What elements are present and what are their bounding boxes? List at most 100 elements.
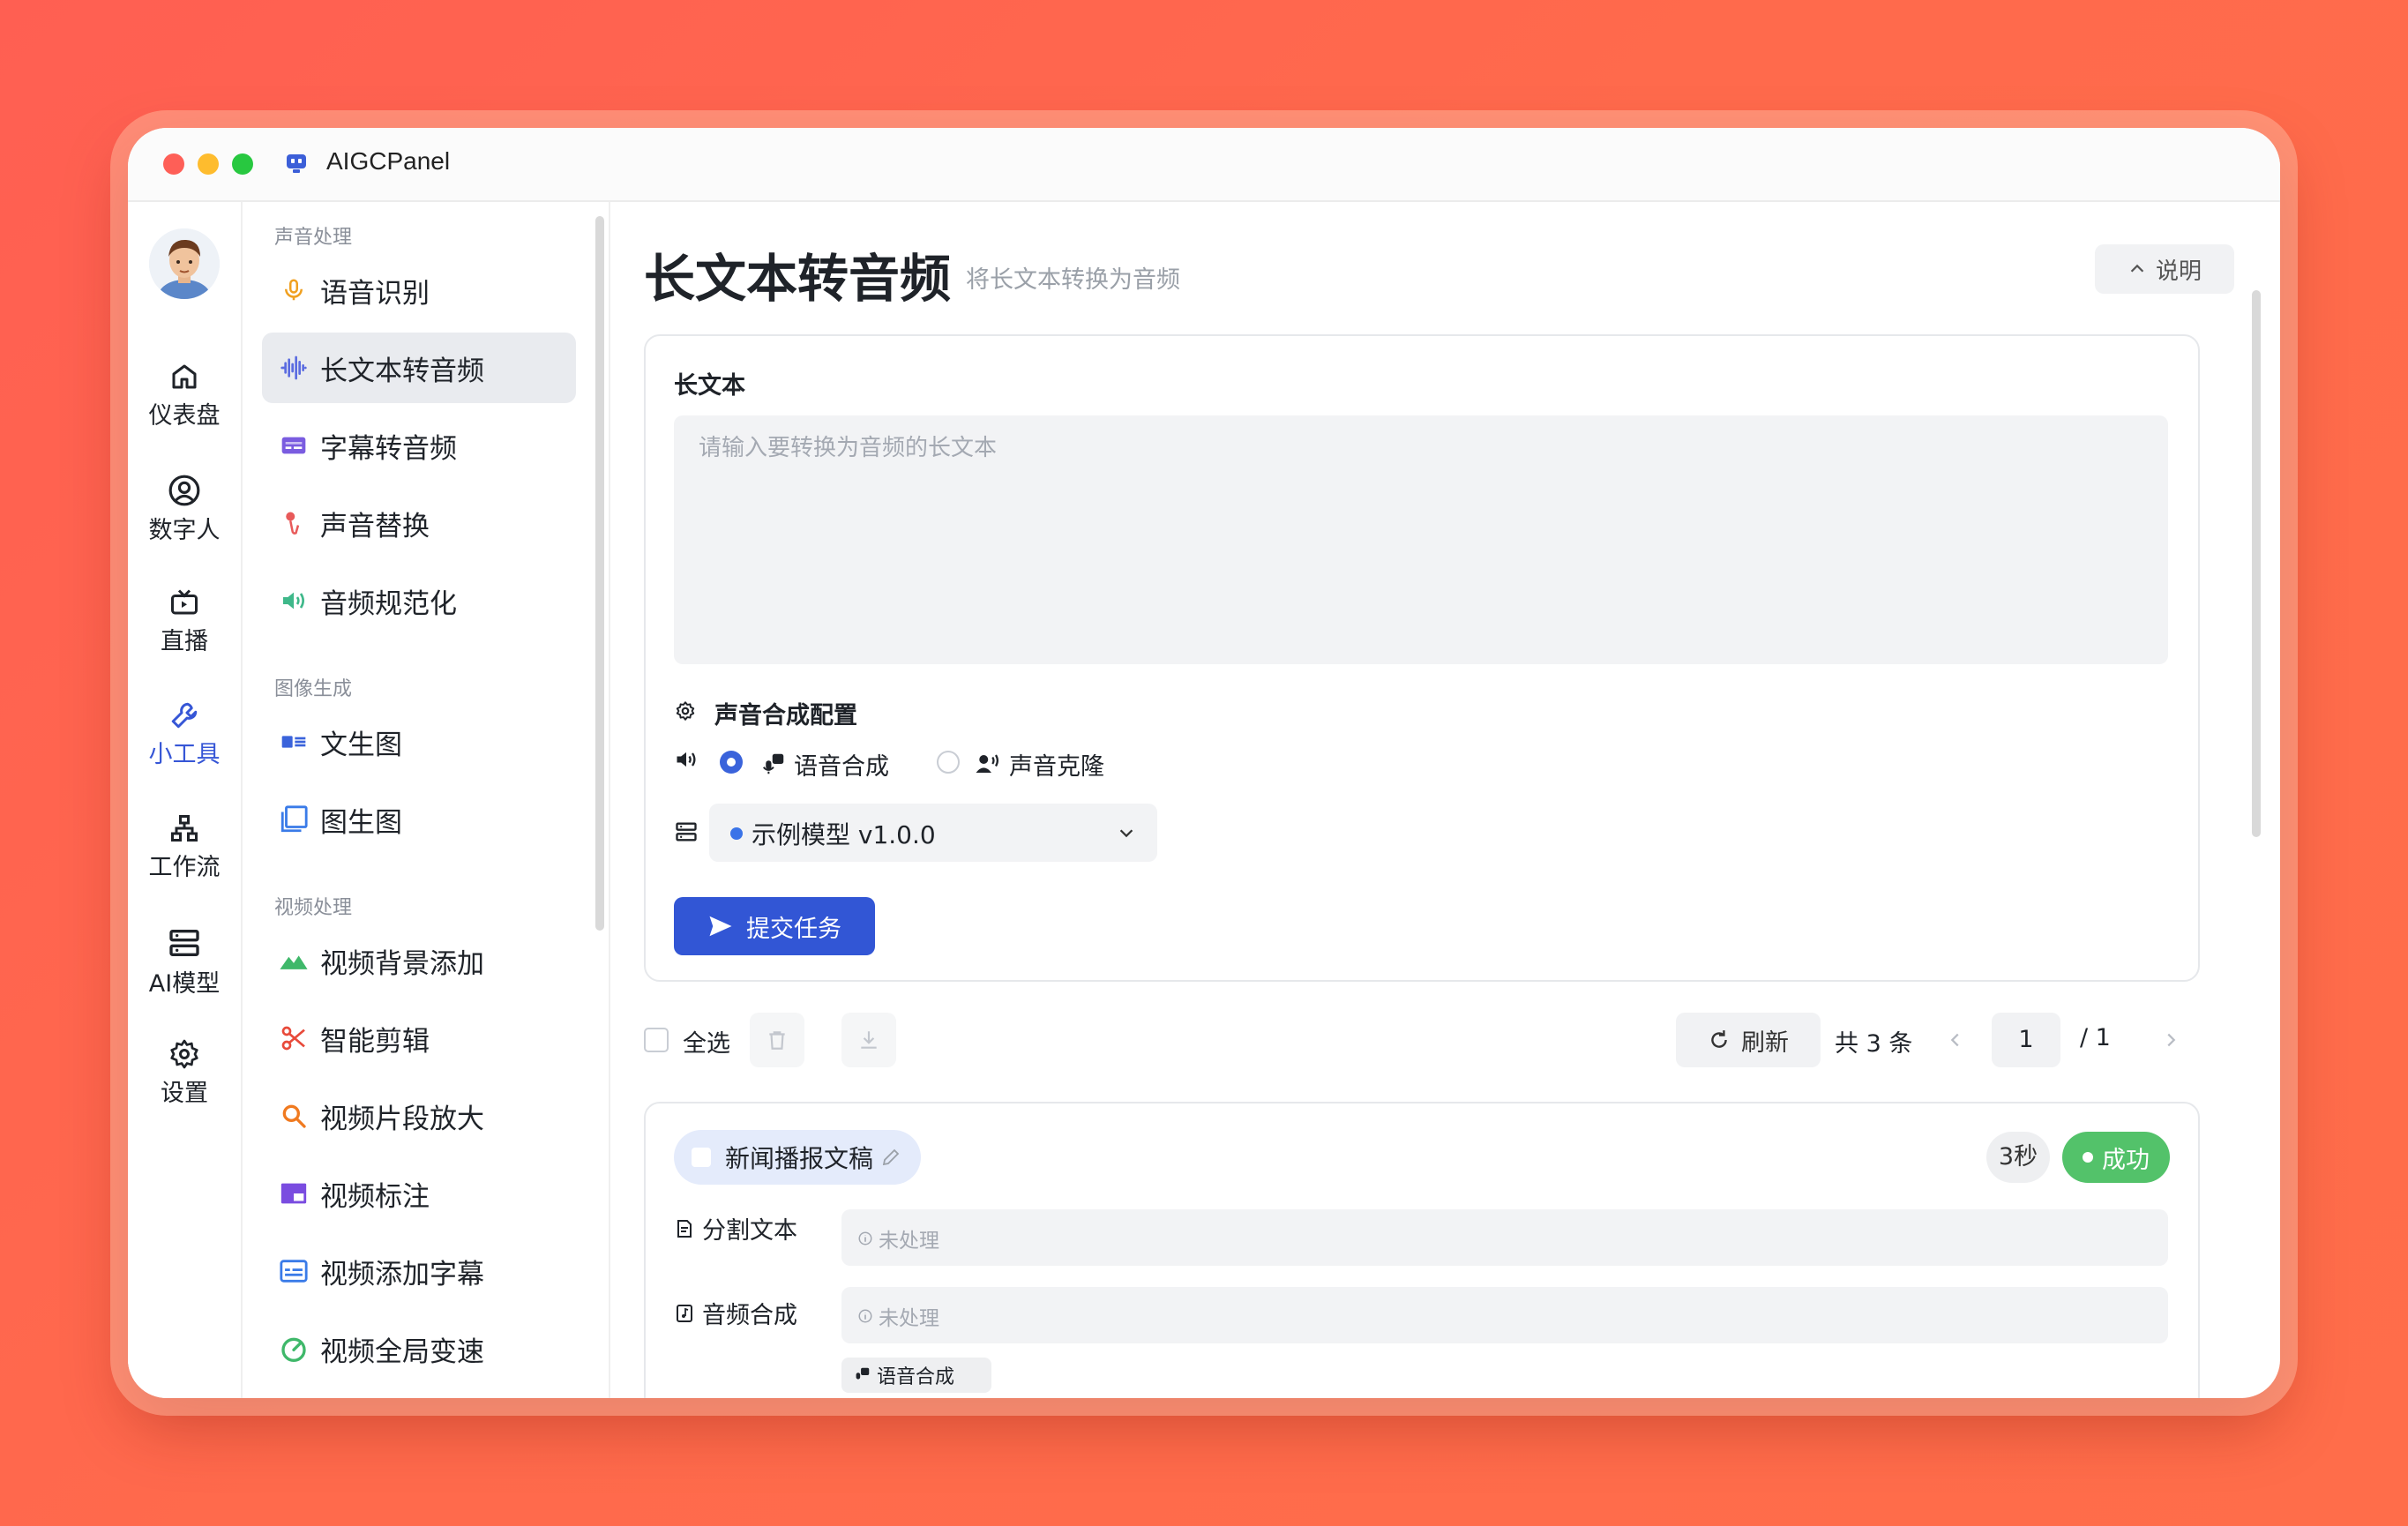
synthesis-type-label: 语音合成 bbox=[877, 1366, 955, 1388]
download-icon bbox=[861, 1031, 877, 1049]
volume-icon bbox=[677, 752, 696, 767]
split-text-label: 分割文本 bbox=[702, 1217, 797, 1245]
synthesis-type-tag: 语音合成 bbox=[841, 1358, 991, 1393]
chevron-down-icon bbox=[1119, 829, 1133, 838]
rail-item-digital-human[interactable]: 数字人 bbox=[128, 474, 241, 545]
menu-item-label: 智能剪辑 bbox=[320, 1025, 430, 1058]
rail-item-label: 直播 bbox=[161, 628, 208, 655]
gear-icon bbox=[170, 1039, 198, 1069]
chevron-up-icon bbox=[2130, 264, 2144, 273]
menu-item-smart-cut[interactable]: 智能剪辑 bbox=[262, 1003, 576, 1073]
minimize-window-button[interactable] bbox=[198, 153, 219, 175]
section-label-audio: 声音处理 bbox=[274, 227, 353, 249]
task-checkbox[interactable] bbox=[692, 1148, 711, 1167]
page-number-input[interactable]: 1 bbox=[1992, 1013, 2060, 1067]
long-text-placeholder: 请输入要转换为音频的长文本 bbox=[699, 435, 998, 461]
menu-item-audio-normalize[interactable]: 音频规范化 bbox=[262, 565, 576, 636]
status-dot bbox=[2083, 1152, 2093, 1163]
section-label-image: 图像生成 bbox=[274, 678, 353, 700]
menu-item-video-speed[interactable]: 视频全局变速 bbox=[262, 1313, 576, 1384]
menu-item-label: 音频规范化 bbox=[320, 587, 457, 620]
avatar-image bbox=[149, 228, 220, 299]
long-text-input[interactable]: 请输入要转换为音频的长文本 bbox=[674, 415, 2168, 664]
help-button-label: 说明 bbox=[2155, 258, 2202, 285]
close-window-button[interactable] bbox=[163, 153, 184, 175]
task-duration: 3秒 bbox=[1986, 1132, 2050, 1183]
user-circle-icon bbox=[168, 475, 200, 506]
menu-item-video-annotate[interactable]: 视频标注 bbox=[262, 1158, 576, 1229]
menu-item-label: 语音识别 bbox=[320, 277, 430, 310]
microphone-icon bbox=[285, 279, 303, 301]
form-card: 长文本 请输入要转换为音频的长文本 声音合成配置 语音合成 声音克隆 示例模型 … bbox=[644, 334, 2200, 982]
select-all-checkbox[interactable] bbox=[644, 1028, 669, 1052]
menu-item-label: 视频背景添加 bbox=[320, 947, 484, 980]
section-label-video: 视频处理 bbox=[274, 897, 353, 919]
menu-item-label: 视频标注 bbox=[320, 1180, 430, 1213]
submit-task-button[interactable]: 提交任务 bbox=[674, 897, 875, 955]
rail-item-label: 小工具 bbox=[148, 741, 221, 768]
audio-synthesis-field: 未处理 bbox=[841, 1287, 2168, 1343]
page-subtitle: 将长文本转换为音频 bbox=[966, 266, 1180, 294]
menu-item-text-to-image[interactable]: 文生图 bbox=[262, 707, 576, 777]
task-title-tag[interactable]: 新闻播报文稿 bbox=[674, 1130, 921, 1185]
menu-item-label: 视频全局变速 bbox=[320, 1335, 484, 1368]
voice-synthesis-icon bbox=[762, 753, 784, 774]
trash-icon bbox=[769, 1031, 785, 1050]
mountain-icon bbox=[280, 955, 308, 969]
menu-item-subtitle-to-audio[interactable]: 字幕转音频 bbox=[262, 410, 576, 481]
model-status-dot bbox=[730, 827, 743, 840]
model-select-value: 示例模型 v1.0.0 bbox=[752, 820, 936, 849]
menu-item-video-background[interactable]: 视频背景添加 bbox=[262, 925, 576, 996]
refresh-button[interactable]: 刷新 bbox=[1676, 1013, 1821, 1067]
help-button[interactable]: 说明 bbox=[2095, 244, 2234, 294]
chevron-left-icon[interactable] bbox=[1946, 1030, 1965, 1050]
rail-item-settings[interactable]: 设置 bbox=[128, 1038, 241, 1108]
waveform-icon bbox=[280, 355, 307, 380]
voice-synthesis-icon bbox=[856, 1367, 870, 1380]
menu-item-label: 视频添加字幕 bbox=[320, 1258, 484, 1290]
maximize-window-button[interactable] bbox=[232, 153, 253, 175]
send-icon bbox=[709, 916, 732, 937]
delete-button[interactable] bbox=[750, 1013, 804, 1067]
menu-item-long-text-to-audio[interactable]: 长文本转音频 bbox=[262, 333, 576, 403]
rail-item-workflow[interactable]: 工作流 bbox=[128, 812, 241, 882]
chevron-right-icon[interactable] bbox=[2161, 1030, 2180, 1050]
edit-icon[interactable] bbox=[880, 1147, 901, 1168]
radio-speech-synthesis[interactable] bbox=[720, 751, 743, 774]
avatar[interactable] bbox=[149, 228, 220, 299]
radio-voice-clone[interactable] bbox=[937, 751, 960, 774]
vocal-mic-icon bbox=[286, 512, 300, 535]
audio-synthesis-label: 音频合成 bbox=[702, 1302, 797, 1329]
rail-item-live[interactable]: 直播 bbox=[128, 587, 241, 656]
download-button[interactable] bbox=[841, 1013, 896, 1067]
audio-synthesis-value: 未处理 bbox=[879, 1307, 939, 1330]
video-frame-icon bbox=[280, 1183, 307, 1204]
title-bar: AIGCPanel bbox=[128, 128, 2280, 202]
tv-icon bbox=[171, 589, 198, 615]
scissors-icon bbox=[281, 1026, 305, 1051]
menu-item-image-to-image[interactable]: 图生图 bbox=[262, 784, 576, 855]
option-voice-clone-label: 声音克隆 bbox=[1009, 753, 1104, 781]
rail-item-label: 设置 bbox=[161, 1080, 208, 1107]
task-title: 新闻播报文稿 bbox=[725, 1144, 874, 1173]
wrench-icon bbox=[171, 702, 198, 729]
menu-item-voice-replace[interactable]: 声音替换 bbox=[262, 488, 576, 558]
model-select[interactable]: 示例模型 v1.0.0 bbox=[709, 804, 1157, 862]
submenu-scrollbar[interactable] bbox=[595, 216, 604, 931]
workflow-icon bbox=[171, 815, 198, 842]
rail-item-ai-model[interactable]: AI模型 bbox=[128, 925, 241, 999]
icon-rail: 仪表盘 数字人 直播 小工具 工作流 AI模型 设置 bbox=[128, 202, 243, 1398]
caption-icon bbox=[280, 1260, 308, 1283]
menu-item-video-upscale[interactable]: 视频片段放大 bbox=[262, 1081, 576, 1151]
rail-item-tools[interactable]: 小工具 bbox=[128, 699, 241, 769]
text-image-icon bbox=[281, 736, 306, 748]
rail-item-dashboard[interactable]: 仪表盘 bbox=[128, 361, 241, 430]
total-count: 共 3 条 bbox=[1835, 1030, 1913, 1058]
task-list-toolbar: 全选 刷新 共 3 条 1 / 1 bbox=[644, 1009, 2196, 1071]
menu-item-speech-recognition[interactable]: 语音识别 bbox=[262, 255, 576, 325]
submenu-divider bbox=[609, 202, 610, 1398]
menu-item-video-subtitle[interactable]: 视频添加字幕 bbox=[262, 1236, 576, 1306]
refresh-icon bbox=[1711, 1030, 1727, 1048]
main-scrollbar[interactable] bbox=[2252, 290, 2261, 837]
subtitle-icon bbox=[281, 437, 306, 454]
